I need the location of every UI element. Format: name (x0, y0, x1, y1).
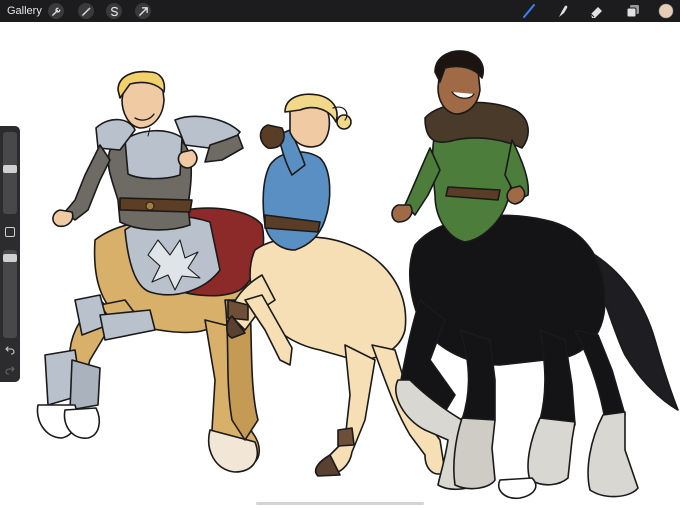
opacity-thumb[interactable] (3, 254, 17, 262)
brush-size-slider[interactable] (3, 132, 17, 214)
drawing-canvas[interactable] (0, 22, 680, 509)
gallery-button[interactable]: Gallery (7, 5, 42, 17)
smudge-icon[interactable] (554, 3, 572, 19)
brush-size-thumb[interactable] (3, 165, 17, 173)
wrench-icon[interactable] (48, 3, 64, 19)
modify-square-icon[interactable] (5, 227, 15, 237)
eraser-icon[interactable] (588, 3, 606, 19)
magic-wand-icon[interactable] (78, 3, 94, 19)
opacity-slider[interactable] (3, 250, 17, 338)
top-toolbar: Gallery (0, 0, 680, 22)
layers-icon[interactable] (624, 3, 642, 19)
brush-icon[interactable] (520, 3, 538, 19)
color-swatch[interactable] (658, 3, 674, 19)
centaur-dark-rider (391, 50, 679, 500)
left-sidebar (0, 126, 20, 382)
centaur-armored-knight (36, 70, 265, 473)
selection-s-icon[interactable] (106, 3, 122, 19)
home-indicator (256, 502, 424, 505)
arrow-transform-icon[interactable] (135, 3, 151, 19)
redo-icon[interactable] (3, 364, 17, 376)
undo-icon[interactable] (3, 344, 17, 356)
